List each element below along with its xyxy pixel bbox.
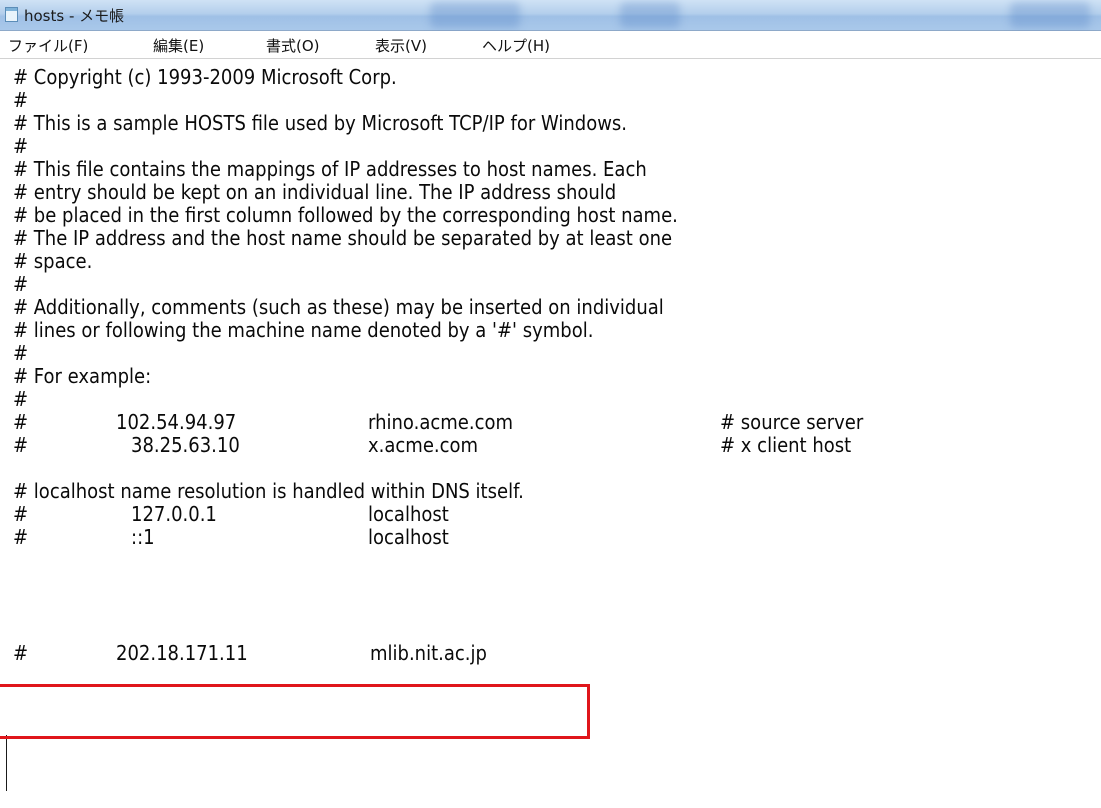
file-line: # entry should be kept on an individual … [13,180,617,204]
menu-file[interactable]: ファイル(F) [8,35,88,56]
file-line: # The IP address and the host name shoul… [13,226,673,250]
red-highlight-box [0,684,590,739]
file-line: # [13,387,29,411]
file-line: # space. [13,249,93,273]
title-bar-blur [620,2,680,28]
file-line: # This file contains the mappings of IP … [13,157,647,181]
menu-help[interactable]: ヘルプ(H) [482,35,550,56]
file-line: # [13,134,29,158]
window-title: hosts - メモ帳 [24,7,125,25]
hash-mark: # [13,525,29,549]
example-comment: # source server [720,410,864,434]
file-line: # Copyright (c) 1993-2009 Microsoft Corp… [13,65,397,89]
hash-mark: # [13,502,29,526]
title-bar-blur [1010,2,1090,28]
menu-bar: ファイル(F) 編集(E) 書式(O) 表示(V) ヘルプ(H) [0,31,1101,59]
menu-view[interactable]: 表示(V) [375,35,427,56]
notepad-window: hosts - メモ帳 ファイル(F) 編集(E) 書式(O) 表示(V) ヘル… [0,0,1101,808]
menu-edit[interactable]: 編集(E) [153,35,204,56]
file-line: # localhost name resolution is handled w… [13,479,524,503]
file-line: # [13,341,29,365]
example-comment: # x client host [720,433,852,457]
file-line: # [13,88,29,112]
file-line: # This is a sample HOSTS file used by Mi… [13,111,628,135]
file-line: # lines or following the machine name de… [13,318,594,342]
hash-mark: # [13,433,29,457]
example-host: rhino.acme.com [368,410,514,434]
hash-mark: # [13,410,29,434]
text-caret [6,735,7,791]
title-bar-blur [430,2,520,28]
file-line: # [13,272,29,296]
example-ip: 38.25.63.10 [131,433,240,457]
file-line: # be placed in the first column followed… [13,203,678,227]
file-line: # Additionally, comments (such as these)… [13,295,664,319]
example-host: x.acme.com [368,433,479,457]
mapping-ip: 202.18.171.11 [116,641,248,665]
title-bar[interactable]: hosts - メモ帳 [0,0,1101,31]
text-editor: # Copyright (c) 1993-2009 Microsoft Corp… [0,59,1101,808]
notepad-icon[interactable] [5,7,18,22]
hash-mark: # [13,641,29,665]
mapping-host: localhost [368,502,449,526]
mapping-host: mlib.nit.ac.jp [370,641,487,665]
mapping-ip: ::1 [131,525,155,549]
file-line: # For example: [13,364,152,388]
mapping-host: localhost [368,525,449,549]
example-ip: 102.54.94.97 [116,410,237,434]
mapping-ip: 127.0.0.1 [131,502,217,526]
menu-format[interactable]: 書式(O) [266,35,320,56]
